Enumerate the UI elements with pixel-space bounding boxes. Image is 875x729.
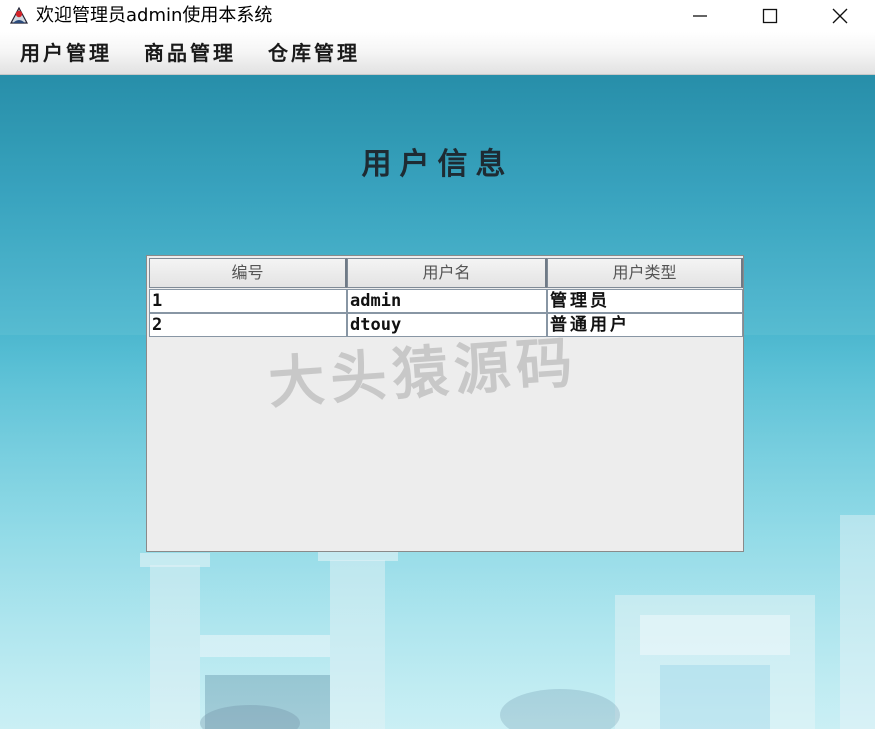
menu-goods-management[interactable]: 商品管理 bbox=[144, 40, 236, 66]
table-row[interactable]: 2 dtouy 普通用户 bbox=[149, 313, 743, 337]
window-title: 欢迎管理员admin使用本系统 bbox=[36, 5, 273, 26]
close-icon bbox=[832, 8, 848, 24]
menu-bar: 用户管理 商品管理 仓库管理 bbox=[0, 32, 875, 75]
minimize-icon bbox=[693, 15, 707, 17]
java-app-icon bbox=[8, 5, 30, 27]
page-title: 用户信息 bbox=[361, 147, 514, 182]
column-header-user-type[interactable]: 用户类型 bbox=[547, 258, 743, 288]
cell-user-type[interactable]: 普通用户 bbox=[547, 313, 743, 337]
cell-id[interactable]: 1 bbox=[149, 289, 347, 313]
maximize-button[interactable] bbox=[735, 0, 805, 32]
menu-user-management[interactable]: 用户管理 bbox=[20, 40, 112, 66]
minimize-button[interactable] bbox=[665, 0, 735, 32]
cell-id[interactable]: 2 bbox=[149, 313, 347, 337]
window-titlebar: 欢迎管理员admin使用本系统 bbox=[0, 0, 875, 32]
user-table[interactable]: 编号 用户名 用户类型 1 admin 管理员 2 dtouy 普通用户 bbox=[146, 255, 744, 552]
cell-username[interactable]: dtouy bbox=[347, 313, 547, 337]
cell-user-type[interactable]: 管理员 bbox=[547, 289, 743, 313]
maximize-icon bbox=[762, 8, 778, 24]
content-area: 用户信息 编号 用户名 用户类型 1 admin 管理员 2 dtouy 普通用… bbox=[0, 75, 875, 729]
column-header-username[interactable]: 用户名 bbox=[347, 258, 547, 288]
column-header-id[interactable]: 编号 bbox=[149, 258, 347, 288]
menu-warehouse-management[interactable]: 仓库管理 bbox=[268, 40, 360, 66]
table-header: 编号 用户名 用户类型 bbox=[149, 258, 743, 288]
close-button[interactable] bbox=[805, 0, 875, 32]
cell-username[interactable]: admin bbox=[347, 289, 547, 313]
table-row[interactable]: 1 admin 管理员 bbox=[149, 289, 743, 313]
